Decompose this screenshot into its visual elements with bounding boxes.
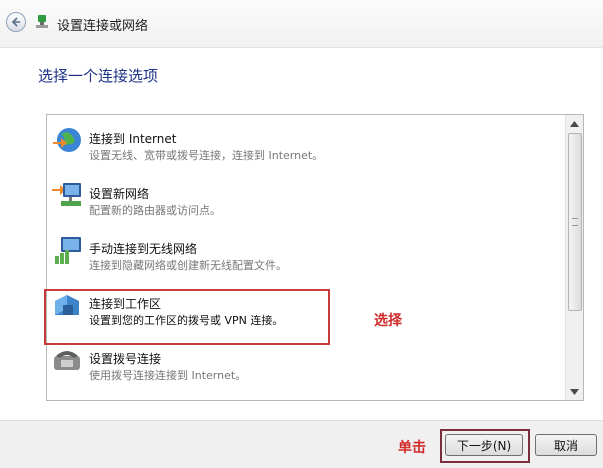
cancel-button[interactable]: 取消 [535, 434, 597, 456]
page-heading: 选择一个连接选项 [38, 67, 159, 85]
next-button[interactable]: 下一步(N) [445, 434, 523, 456]
scroll-up-button[interactable] [566, 115, 583, 132]
arrow-up-icon [570, 120, 579, 127]
window-title: 设置连接或网络 [57, 19, 149, 34]
option-title: 设置新网络 [89, 187, 150, 201]
content-area: 选择一个连接选项 连接到 Internet 设置无线、宽带或拨号连接，连接到 I… [0, 48, 603, 420]
annotation-click: 单击 [398, 440, 426, 456]
back-arrow-icon [11, 17, 20, 27]
option-description: 使用拨号连接连接到 Internet。 [89, 369, 247, 382]
back-button[interactable] [6, 12, 26, 32]
wireless-network-icon [55, 237, 81, 264]
scroll-thumb[interactable] [568, 133, 582, 311]
option-description: 配置新的路由器或访问点。 [89, 204, 221, 217]
option-title: 设置拨号连接 [89, 352, 162, 366]
arrow-down-icon [570, 388, 579, 395]
scroll-grip [572, 218, 578, 226]
option-connect-internet[interactable]: 连接到 Internet 设置无线、宽带或拨号连接，连接到 Internet。 [47, 116, 565, 170]
title-bar: 设置连接或网络 [0, 0, 603, 47]
new-network-icon [52, 183, 81, 206]
dialup-phone-icon [54, 351, 80, 370]
footer-bar: 单击 下一步(N) 取消 [0, 420, 603, 468]
option-title: 手动连接到无线网络 [89, 242, 198, 256]
list-scrollbar[interactable] [565, 115, 583, 400]
globe-internet-icon [53, 128, 81, 152]
selection-highlight-box [44, 289, 330, 345]
annotation-select: 选择 [374, 313, 402, 329]
network-setup-icon [36, 15, 48, 28]
connection-options-list[interactable]: 连接到 Internet 设置无线、宽带或拨号连接，连接到 Internet。 … [46, 114, 584, 401]
option-new-network[interactable]: 设置新网络 配置新的路由器或访问点。 [47, 171, 565, 225]
option-title: 连接到 Internet [89, 132, 177, 146]
option-manual-wireless[interactable]: 手动连接到无线网络 连接到隐藏网络或创建新无线配置文件。 [47, 226, 565, 280]
option-description: 设置无线、宽带或拨号连接，连接到 Internet。 [89, 149, 324, 162]
scroll-down-button[interactable] [566, 383, 583, 400]
option-description: 连接到隐藏网络或创建新无线配置文件。 [89, 259, 287, 272]
